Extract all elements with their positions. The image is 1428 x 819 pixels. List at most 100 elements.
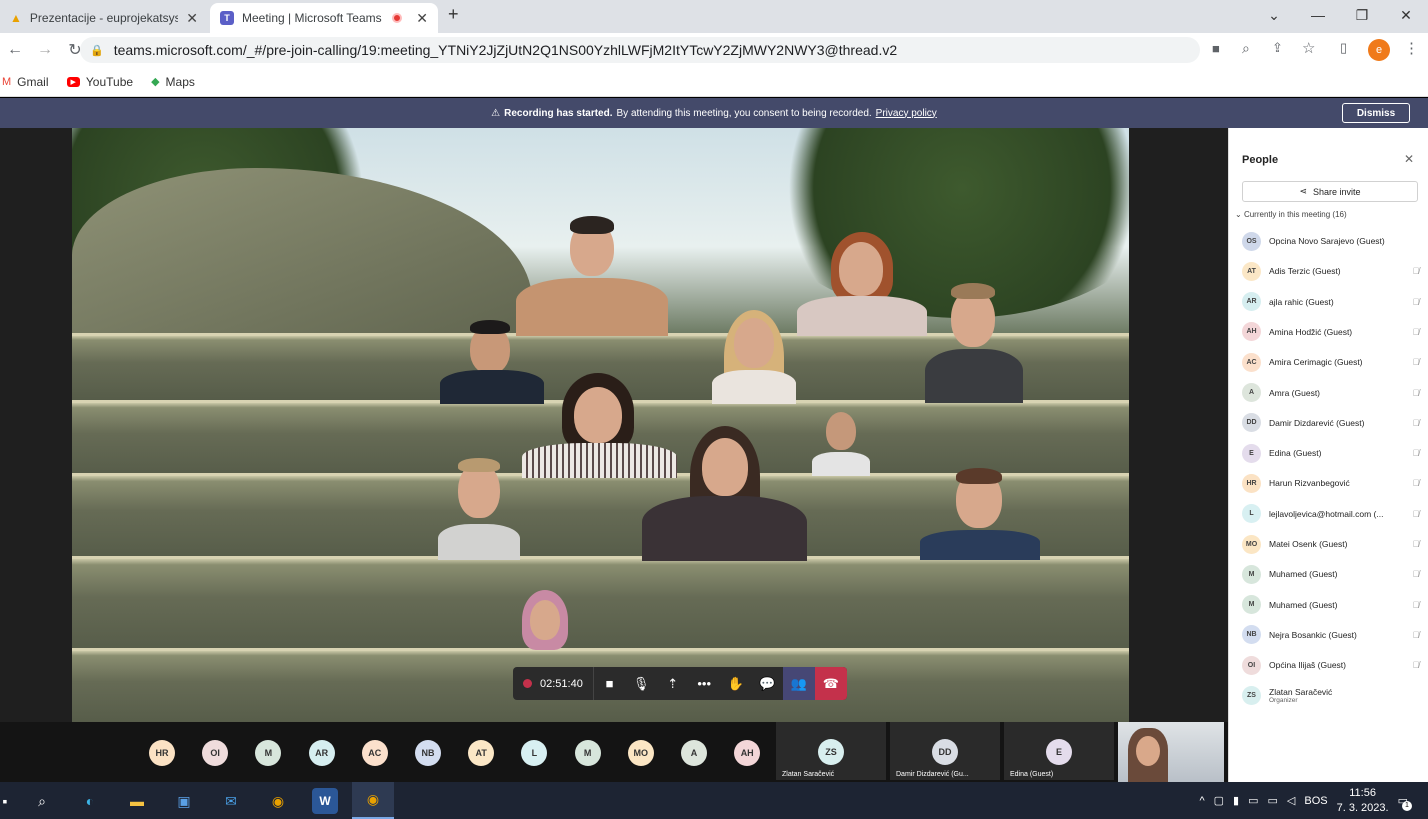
chrome-active-icon[interactable]: ◉ [352,782,394,819]
privacy-policy-link[interactable]: Privacy policy [876,108,937,119]
strip-avatar[interactable]: NB [415,740,441,766]
side-panel-icon[interactable]: ▯ [1340,40,1347,56]
share-icon[interactable]: ⇪ [1272,40,1283,56]
participant-row[interactable]: Llejlavoljevica@hotmail.com (... 🎙̸ [1242,503,1422,525]
participant-row[interactable]: AC Amira Cerimagic (Guest) 🎙̸ [1242,351,1422,373]
language-indicator[interactable]: BOS [1304,795,1327,807]
close-tab-icon[interactable]: ✕ [186,10,198,27]
participant-row[interactable]: A Amra (Guest) 🎙̸ [1242,382,1422,404]
tab-search-icon[interactable]: ⌄ [1252,0,1296,30]
participant-row[interactable]: AT Adis Terzic (Guest) 🎙̸ [1242,260,1422,282]
participant-video[interactable] [642,426,807,561]
participant-tile[interactable]: DD Damir Dizdarević (Gu... [890,722,1000,780]
participant-row[interactable]: DD Damir Dizdarević (Guest) 🎙̸ [1242,412,1422,434]
network-icon[interactable]: ▭ [1267,794,1277,807]
forward-icon[interactable]: → [30,41,60,59]
store-icon[interactable]: ▣ [171,788,197,814]
raise-hand-button[interactable]: ✋ [720,667,752,700]
share-invite-button[interactable]: ⋖ Share invite [1242,181,1418,202]
notifications-icon[interactable]: ▭ 1 [1398,794,1412,811]
participant-row[interactable]: ZS Zlatan Saračević Organizer [1242,685,1422,707]
back-icon[interactable]: ← [0,41,30,59]
teams-icon: T [220,11,234,25]
volume-icon[interactable]: ◁ [1287,794,1295,807]
participant-video[interactable] [712,310,796,404]
hang-up-button[interactable]: ☎ [814,667,848,700]
strip-avatar[interactable]: HR [149,740,175,766]
more-actions-button[interactable]: ••• [688,667,720,700]
url-bar[interactable]: 🔒 teams.microsoft.com/_#/pre-join-callin… [80,37,1200,63]
bookmark-star-icon[interactable]: ☆ [1302,39,1315,57]
participant-row[interactable]: E Edina (Guest) 🎙̸ [1242,442,1422,464]
meet-now-icon[interactable]: ▢ [1214,794,1224,807]
section-header[interactable]: ⌄ Currently in this meeting (16) [1235,210,1347,219]
close-window-icon[interactable]: ✕ [1384,0,1428,30]
tab-prezentacije[interactable]: ▲ Prezentacije - euprojekatsystem( ✕ [0,3,208,33]
participant-tile[interactable]: ZS Zlatan Saračević [776,722,886,780]
strip-avatar[interactable]: AC [361,740,388,766]
clock[interactable]: 11:56 7. 3. 2023. [1337,786,1389,816]
participant-row[interactable]: M Muhamed (Guest) 🎙̸ [1242,594,1422,616]
strip-avatar[interactable]: AT [468,740,495,766]
participant-row[interactable]: HR Harun Rizvanbegović 🎙̸ [1242,472,1422,494]
camera-icon[interactable]: ■ [1212,41,1220,56]
participant-video[interactable] [797,232,927,336]
participant-row[interactable]: NB Nejra Bosankic (Guest) 🎙̸ [1242,624,1422,646]
new-tab-icon[interactable]: + [448,4,459,25]
participant-row[interactable]: AR ajla rahic (Guest) 🎙̸ [1242,291,1422,313]
tab-teams-meeting[interactable]: T Meeting | Microsoft Teams ✕ [210,3,438,33]
bookmark-gmail[interactable]: M Gmail [2,75,49,89]
strip-avatar[interactable]: A [681,740,707,766]
share-screen-button[interactable]: ⇡ [657,667,689,700]
zoom-icon[interactable]: ⌕ [1242,40,1250,57]
participant-name: lejlavoljevica@hotmail.com (... [1269,509,1402,519]
chevron-up-icon[interactable]: ^ [1199,795,1204,807]
window-controls: ⌄ — ❐ ✕ [1252,0,1428,30]
file-explorer-icon[interactable]: ▬ [124,788,150,814]
microphone-tray-icon[interactable]: ▮ [1233,794,1239,807]
self-view-video[interactable] [1118,722,1224,782]
dismiss-button[interactable]: Dismiss [1342,103,1410,123]
start-icon[interactable]: ▪ [0,788,18,814]
participant-row[interactable]: M Muhamed (Guest) 🎙̸ [1242,563,1422,585]
chat-button[interactable]: 💬 [751,667,783,700]
participant-row[interactable]: MO Matei Osenk (Guest) 🎙̸ [1242,533,1422,555]
strip-avatar[interactable]: AR [308,740,335,766]
minimize-icon[interactable]: — [1296,0,1340,30]
battery-icon[interactable]: ▭ [1248,794,1258,807]
avatar: DD [1242,413,1261,433]
close-icon[interactable]: ✕ [1404,152,1414,166]
strip-avatar[interactable]: M [255,740,282,766]
participant-row[interactable]: OS Opcina Novo Sarajevo (Guest) [1242,230,1422,252]
participant-tile[interactable]: E Edina (Guest) [1004,722,1114,780]
avatar: AR [1242,292,1261,312]
search-icon[interactable]: ⌕ [29,788,55,814]
strip-avatar[interactable]: AH [734,740,761,766]
participant-video[interactable] [925,283,1023,403]
strip-avatar[interactable]: L [521,740,548,766]
participant-row[interactable]: AH Amina Hodžić (Guest) 🎙̸ [1242,321,1422,343]
chrome-icon[interactable]: ◉ [265,788,291,814]
profile-avatar[interactable]: e [1368,39,1390,61]
restore-icon[interactable]: ❐ [1340,0,1384,30]
mail-icon[interactable]: ✉ [218,788,244,814]
participant-video[interactable] [812,412,870,476]
participant-video[interactable] [438,458,520,560]
people-button[interactable]: 👥 [783,667,815,700]
strip-avatar[interactable]: OI [202,740,229,766]
bookmark-maps[interactable]: ◆ Maps [151,75,195,89]
mic-button[interactable]: 🎙 [625,667,657,700]
word-icon[interactable]: W [312,788,338,814]
participant-row[interactable]: OI Općina Ilijaš (Guest) 🎙̸ [1242,654,1422,676]
participant-video[interactable] [512,216,672,336]
mic-muted-icon: 🎙̸ [1412,448,1420,459]
close-tab-icon[interactable]: ✕ [416,10,428,27]
bookmark-youtube[interactable]: ▶ YouTube [66,75,133,89]
strip-avatar[interactable]: MO [627,740,654,766]
strip-avatar[interactable]: M [574,740,601,766]
participant-video[interactable] [510,590,580,652]
edge-icon[interactable]: ◐ [77,788,103,814]
menu-icon[interactable]: ⋮ [1404,39,1419,57]
participant-video[interactable] [920,468,1040,560]
camera-button[interactable]: ■ [594,667,626,700]
